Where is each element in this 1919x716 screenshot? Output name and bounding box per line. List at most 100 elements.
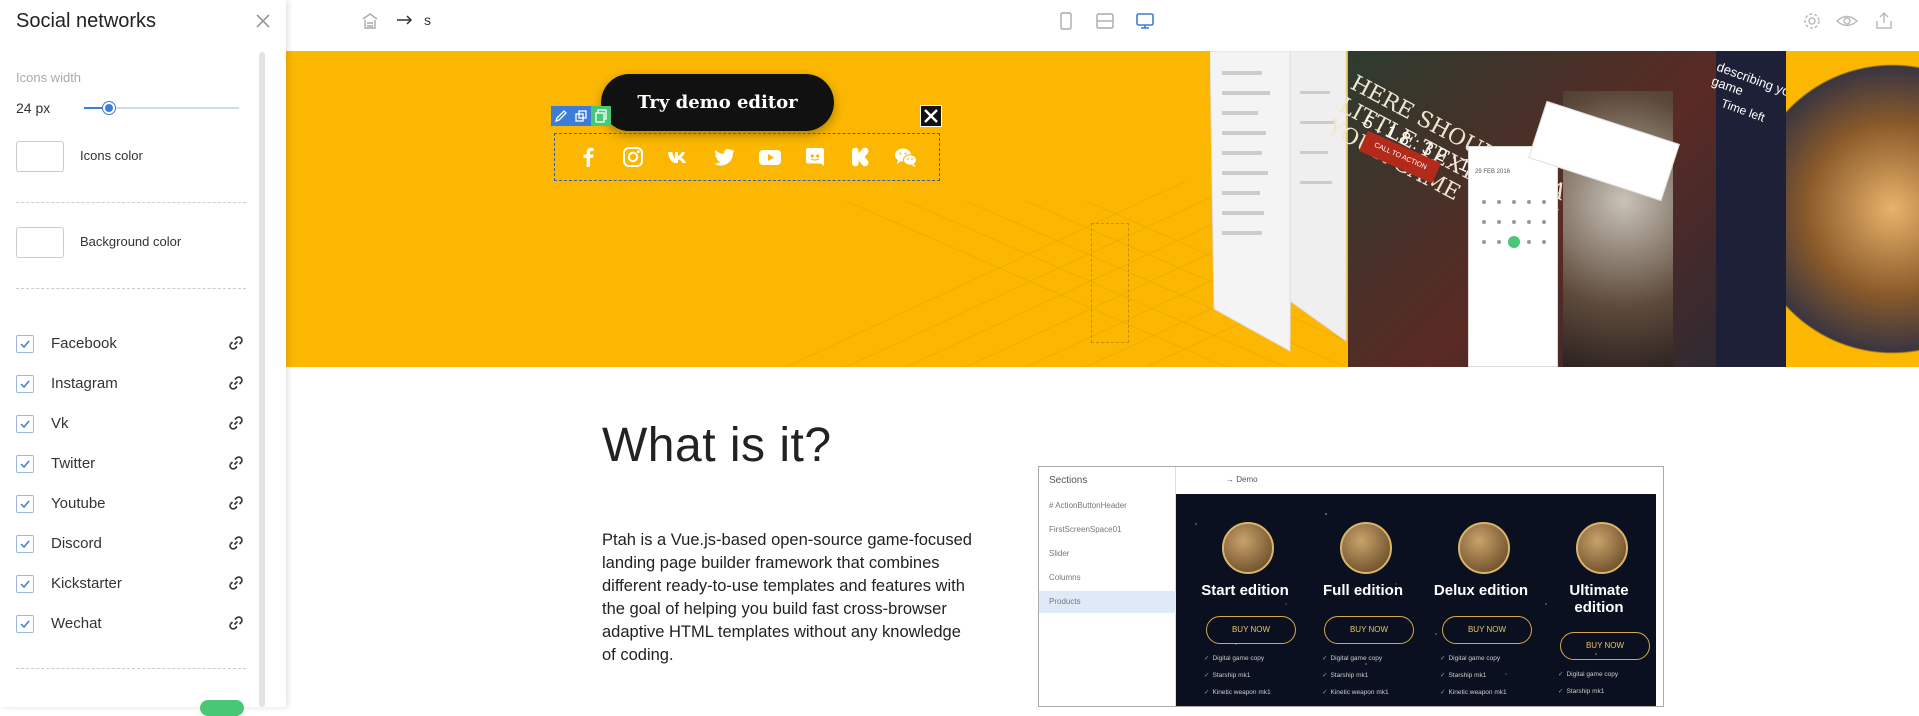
preview-section-item: Products	[1039, 591, 1176, 613]
edition-feature: ✓ Digital game copy	[1322, 655, 1383, 662]
divider	[16, 202, 246, 203]
link-icon[interactable]	[228, 375, 244, 396]
copy-icon[interactable]	[591, 106, 611, 126]
editor-preview-image: Sections # ActionButtonHeader FirstScreen…	[1038, 466, 1664, 707]
gear-icon[interactable]	[1801, 10, 1823, 37]
edition-feature: ✓ Digital game copy	[1440, 655, 1501, 662]
mobile-view-icon[interactable]	[1058, 10, 1074, 37]
preview-section-item: Slider	[1049, 549, 1070, 558]
social-networks-panel: Social networks Icons width 24 px Icons …	[0, 0, 286, 716]
preview-section-item: FirstScreenSpace01	[1049, 525, 1122, 534]
edit-pencil-icon[interactable]	[551, 106, 571, 126]
network-row-twitter: Twitter	[16, 452, 246, 476]
youtube-icon[interactable]	[754, 141, 786, 173]
network-checkbox[interactable]	[16, 375, 34, 393]
preview-section-item: # ActionButtonHeader	[1049, 501, 1127, 510]
instagram-icon[interactable]	[617, 141, 649, 173]
network-checkbox[interactable]	[16, 455, 34, 473]
divider	[16, 288, 246, 289]
edition-emblem	[1340, 522, 1392, 574]
network-checkbox[interactable]	[16, 335, 34, 353]
facebook-icon[interactable]	[572, 141, 604, 173]
link-icon[interactable]	[228, 335, 244, 356]
eye-icon[interactable]	[1835, 10, 1859, 37]
edition-name: Ultimate edition	[1569, 582, 1629, 616]
panel-scrollbar[interactable]	[259, 52, 265, 707]
kickstarter-icon[interactable]	[845, 141, 877, 173]
link-icon[interactable]	[228, 455, 244, 476]
edition-feature: ✓ Starship mk1	[1558, 688, 1605, 695]
wechat-icon[interactable]	[890, 141, 922, 173]
divider	[16, 668, 246, 669]
network-label: Kickstarter	[51, 575, 122, 592]
link-icon[interactable]	[228, 415, 244, 436]
section-heading: What is it?	[602, 419, 832, 472]
breadcrumb[interactable]: s	[424, 12, 431, 28]
discord-icon[interactable]	[799, 141, 831, 173]
buy-now-button[interactable]: BUY NOW	[1442, 616, 1532, 644]
background-color-label: Background color	[80, 234, 182, 249]
mock-planet-art	[1786, 51, 1919, 367]
edition-feature: ✓ Starship mk1	[1322, 672, 1369, 679]
network-checkbox[interactable]	[16, 615, 34, 633]
network-label: Youtube	[51, 495, 106, 512]
close-icon[interactable]	[252, 10, 274, 32]
edition-emblem	[1458, 522, 1510, 574]
network-checkbox[interactable]	[16, 535, 34, 553]
preview-topbar: → Demo	[1176, 467, 1663, 494]
network-row-facebook: Facebook	[16, 332, 246, 356]
move-icon[interactable]	[571, 106, 591, 126]
try-demo-editor-button[interactable]: Try demo editor	[601, 74, 834, 131]
icons-color-label: Icons color	[80, 148, 143, 163]
network-checkbox[interactable]	[16, 495, 34, 513]
buy-now-button[interactable]: BUY NOW	[1324, 616, 1414, 644]
network-row-discord: Discord	[16, 532, 246, 556]
network-checkbox[interactable]	[16, 575, 34, 593]
home-icon[interactable]	[360, 11, 380, 36]
link-icon[interactable]	[228, 495, 244, 516]
panel-title: Social networks	[16, 10, 157, 32]
edition-name: Start edition	[1201, 582, 1289, 599]
edition-card: Full edition BUY NOW ✓ Digital game copy ✓ St…	[1304, 494, 1422, 706]
edition-feature: ✓ Digital game copy	[1204, 655, 1265, 662]
enable-toggle[interactable]	[200, 700, 244, 716]
edition-feature: ✓ Digital game copy	[1558, 671, 1619, 678]
edition-emblem	[1222, 522, 1274, 574]
network-label: Instagram	[51, 375, 118, 392]
network-label: Vk	[51, 415, 69, 432]
link-icon[interactable]	[228, 615, 244, 636]
drop-zone-placeholder[interactable]	[1091, 223, 1129, 343]
export-icon[interactable]	[1873, 10, 1895, 37]
link-icon[interactable]	[228, 575, 244, 596]
preview-products-section: Start edition BUY NOW ✓ Digital game copy ✓ S…	[1176, 494, 1656, 706]
preview-sidebar: Sections # ActionButtonHeader FirstScreen…	[1039, 467, 1176, 706]
network-row-kickstarter: Kickstarter	[16, 572, 246, 596]
edition-emblem	[1576, 522, 1628, 574]
vk-icon[interactable]	[663, 141, 695, 173]
edition-card: Delux edition BUY NOW ✓ Digital game copy ✓ S…	[1422, 494, 1540, 706]
desktop-view-icon[interactable]	[1134, 10, 1156, 37]
network-row-youtube: Youtube	[16, 492, 246, 516]
background-color-swatch[interactable]	[16, 227, 64, 258]
network-checkbox[interactable]	[16, 415, 34, 433]
social-icons-block[interactable]	[554, 133, 940, 181]
icons-width-value: 24 px	[16, 100, 51, 116]
preview-breadcrumb: → Demo	[1226, 475, 1258, 484]
network-row-vk: Vk	[16, 412, 246, 436]
element-edit-toolbar	[551, 106, 611, 126]
icons-color-swatch[interactable]	[16, 141, 64, 172]
twitter-icon[interactable]	[708, 141, 740, 173]
buy-now-button[interactable]: BUY NOW	[1560, 632, 1650, 660]
mock-calendar: 29 FEB 2016	[1468, 146, 1558, 367]
link-icon[interactable]	[228, 535, 244, 556]
icons-width-label: Icons width	[16, 70, 82, 85]
arrow-right-icon	[396, 10, 414, 35]
buy-now-button[interactable]: BUY NOW	[1206, 616, 1296, 644]
preview-sidebar-title: Sections	[1049, 475, 1088, 486]
remove-element-icon[interactable]	[920, 105, 942, 127]
tablet-view-icon[interactable]	[1094, 10, 1116, 37]
network-label: Discord	[51, 535, 102, 552]
network-label: Wechat	[51, 615, 102, 632]
icons-width-slider-handle[interactable]	[102, 102, 115, 114]
edition-feature: ✓ Kinetic weapon mk1	[1440, 689, 1507, 696]
